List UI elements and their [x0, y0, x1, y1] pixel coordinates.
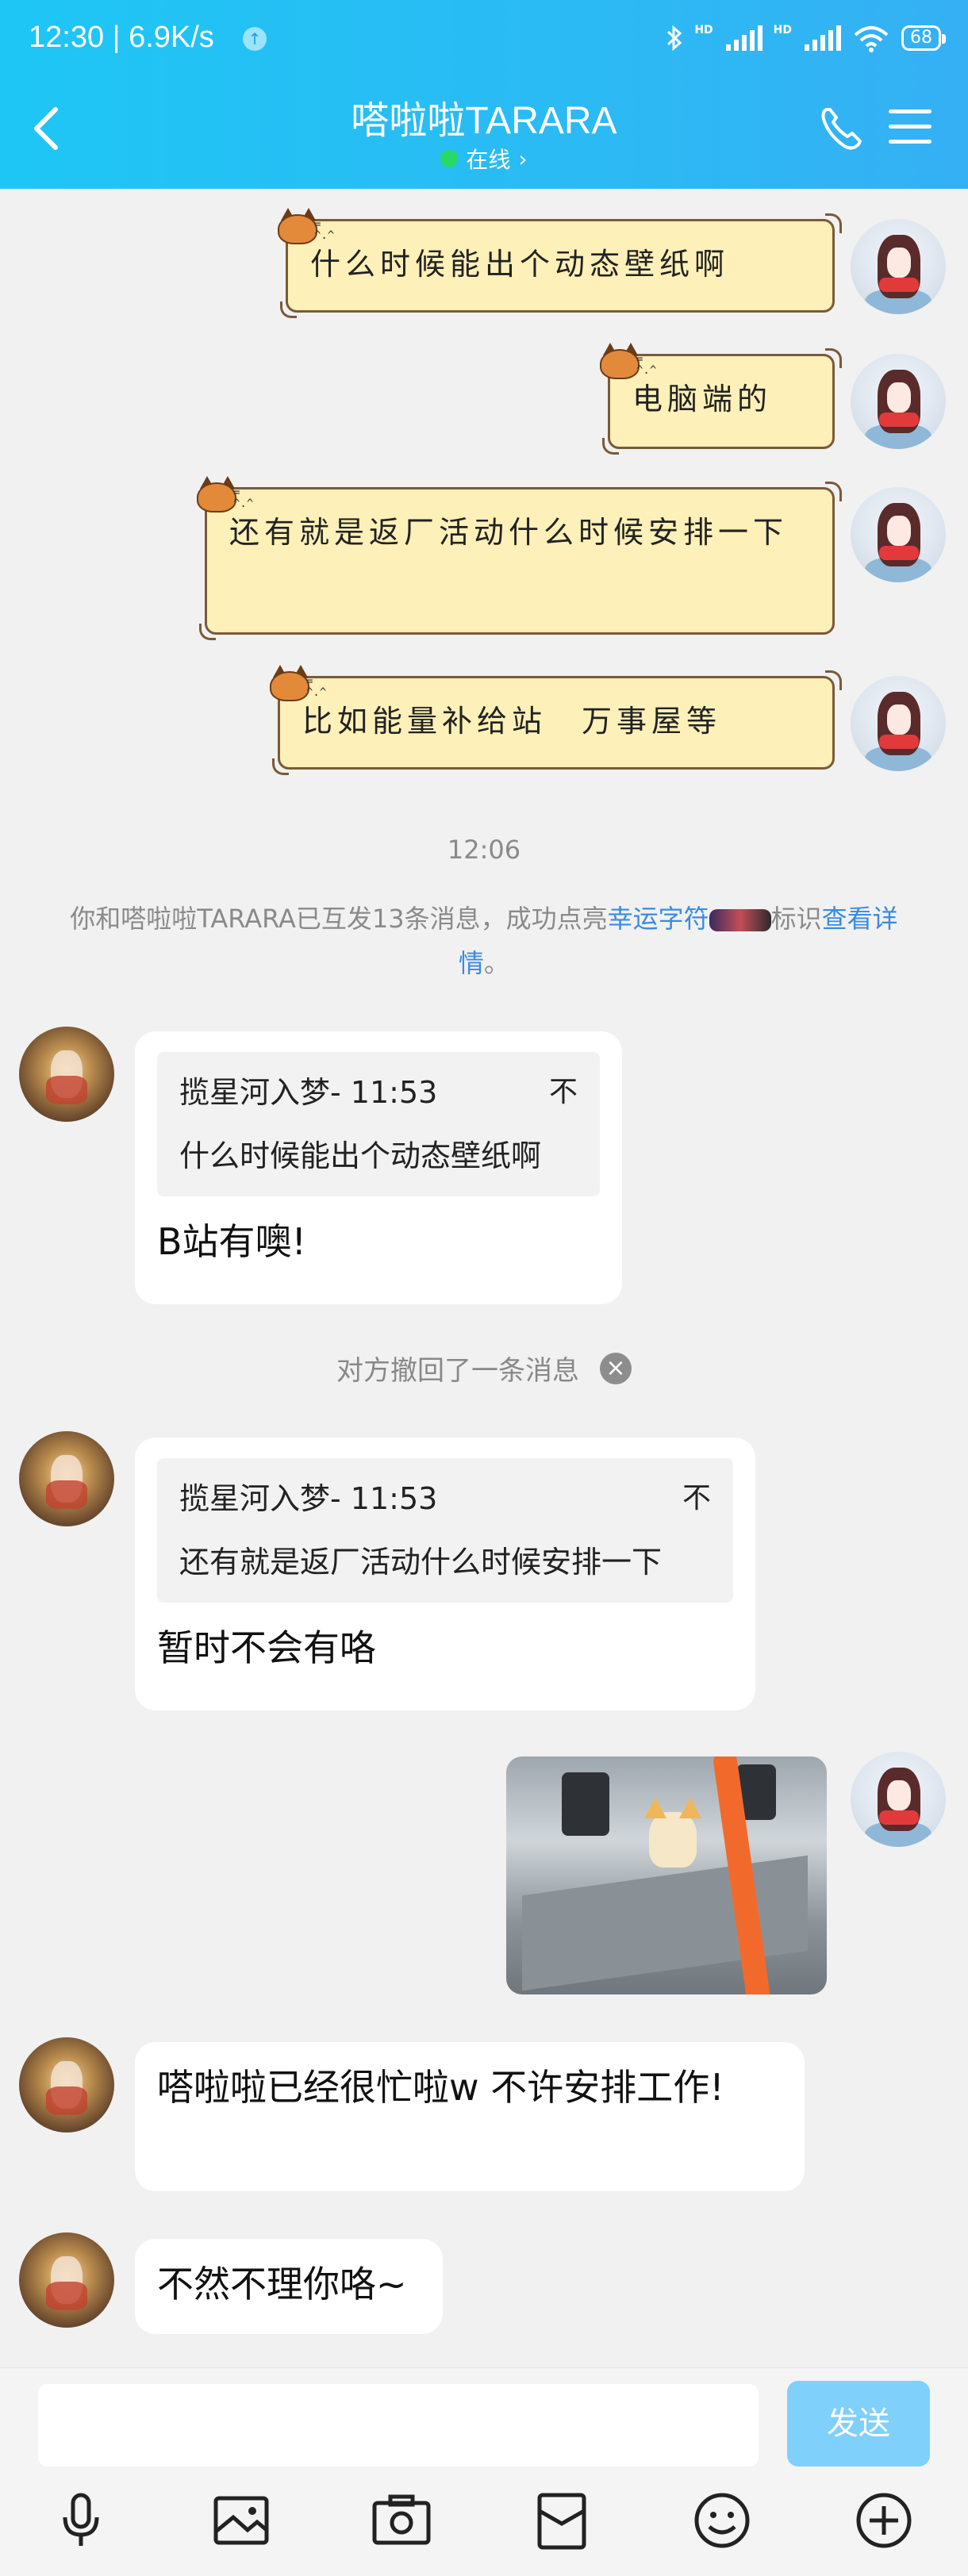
message-text: 电脑端的	[632, 382, 773, 417]
pin-icon: 不	[682, 1482, 711, 1515]
bluetooth-icon	[667, 25, 682, 52]
message-timestamp: 12:06	[447, 835, 521, 865]
quote-text: 还有就是返厂活动什么时候安排一下	[179, 1545, 663, 1580]
message-text: 还有就是返厂活动什么时候安排一下	[229, 515, 789, 550]
cat-whiskers: = ^.^	[314, 218, 335, 242]
message-text: 比如能量补给站 万事屋等	[302, 704, 722, 739]
upload-icon: ↑	[243, 27, 267, 51]
my-avatar[interactable]	[851, 219, 946, 314]
menu-icon[interactable]	[889, 109, 932, 148]
sent-message[interactable]: 还有就是返厂活动什么时候安排一下	[199, 482, 842, 640]
quote-sender: 揽星河入梦- 11:53	[179, 1481, 438, 1516]
message-text: 什么时候能出个动态壁纸啊	[310, 247, 730, 282]
cat-whiskers: = ^.^	[306, 675, 327, 699]
signal-icon	[725, 25, 762, 51]
cat-whiskers: = ^.^	[233, 486, 254, 510]
quoted-message[interactable]: 揽星河入梦- 11:53 不 还有就是返厂活动什么时候安排一下	[157, 1458, 733, 1603]
battery-icon: 68	[901, 25, 946, 51]
my-avatar[interactable]	[851, 1752, 946, 1847]
plus-icon[interactable]	[851, 2487, 917, 2554]
message-text: 不然不理你咯~	[157, 2263, 407, 2305]
message-input[interactable]	[38, 2384, 759, 2467]
sent-message[interactable]: 什么时候能出个动态壁纸啊	[280, 213, 842, 318]
recall-notice-text: 对方撤回了一条消息	[336, 1355, 579, 1387]
message-text: B站有噢!	[157, 1220, 306, 1263]
system-message-text: 你和嗒啦啦TARARA已互发13条消息，成功点亮	[70, 904, 608, 934]
received-message[interactable]: 揽星河入梦- 11:53 不 还有就是返厂活动什么时候安排一下 暂时不会有咯	[135, 1438, 755, 1710]
lucky-char-badge-icon	[709, 909, 771, 931]
input-bar: 发送	[0, 2367, 968, 2576]
lucky-char-link[interactable]: 幸运字符	[608, 904, 709, 934]
sent-image[interactable]	[506, 1756, 827, 1994]
send-button[interactable]: 发送	[787, 2381, 930, 2467]
system-message-text: 标识	[770, 904, 822, 934]
contact-avatar[interactable]	[19, 2037, 114, 2133]
system-message: 你和嗒啦啦TARARA已互发13条消息，成功点亮幸运字符 标识查看详情。	[48, 896, 920, 985]
recall-notice: 对方撤回了一条消息 ×	[0, 1349, 968, 1388]
wifi-icon	[854, 26, 889, 52]
received-message[interactable]: 揽星河入梦- 11:53 不 什么时候能出个动态壁纸啊 B站有噢!	[135, 1031, 622, 1304]
camera-icon[interactable]	[368, 2487, 435, 2554]
received-message[interactable]: 嗒啦啦已经很忙啦w 不许安排工作!	[135, 2042, 805, 2191]
red-packet-icon[interactable]	[528, 2487, 595, 2554]
hd-label: HD	[694, 24, 713, 36]
cat-decoration-icon: = ^.^	[270, 665, 326, 701]
online-status-label: 在线	[466, 147, 511, 173]
signal-icon	[805, 25, 841, 51]
my-avatar[interactable]	[851, 676, 946, 771]
cat-decoration-icon: = ^.^	[600, 343, 656, 379]
contact-avatar[interactable]	[19, 1431, 114, 1526]
close-icon[interactable]: ×	[600, 1352, 632, 1384]
quoted-message[interactable]: 揽星河入梦- 11:53 不 什么时候能出个动态壁纸啊	[157, 1052, 600, 1196]
my-avatar[interactable]	[851, 354, 946, 449]
chat-header: 12:30 | 6.9K/s ↑ HD HD 68 嗒啦啦TARARA 在线 ›	[0, 0, 968, 189]
quote-sender: 揽星河入梦- 11:53	[179, 1075, 438, 1110]
system-message-text: 。	[484, 948, 510, 978]
status-time: 12:30 | 6.9K/s	[29, 21, 214, 54]
phone-icon[interactable]	[817, 105, 865, 152]
cat-whiskers: = ^.^	[636, 353, 657, 377]
cat-decoration-icon: = ^.^	[278, 208, 334, 244]
pin-icon: 不	[548, 1076, 578, 1108]
image-icon[interactable]	[208, 2487, 275, 2554]
microphone-icon[interactable]	[48, 2487, 114, 2554]
my-avatar[interactable]	[851, 487, 946, 582]
contact-avatar[interactable]	[19, 1027, 114, 1122]
message-text: 暂时不会有咯	[157, 1626, 376, 1669]
emoji-icon[interactable]	[689, 2487, 755, 2554]
hd-label: HD	[773, 24, 792, 36]
message-text: 嗒啦啦已经很忙啦w 不许安排工作!	[157, 2066, 724, 2109]
contact-avatar[interactable]	[19, 2232, 114, 2328]
quote-text: 什么时候能出个动态壁纸啊	[179, 1138, 542, 1173]
received-message[interactable]: 不然不理你咯~	[135, 2239, 443, 2334]
sent-message[interactable]: 比如能量补给站 万事屋等	[272, 670, 842, 775]
online-dot-icon	[440, 150, 459, 167]
status-bar: 12:30 | 6.9K/s ↑ HD HD 68	[0, 0, 968, 79]
cat-decoration-icon: = ^.^	[197, 476, 253, 513]
chevron-right-icon: ›	[518, 145, 528, 172]
